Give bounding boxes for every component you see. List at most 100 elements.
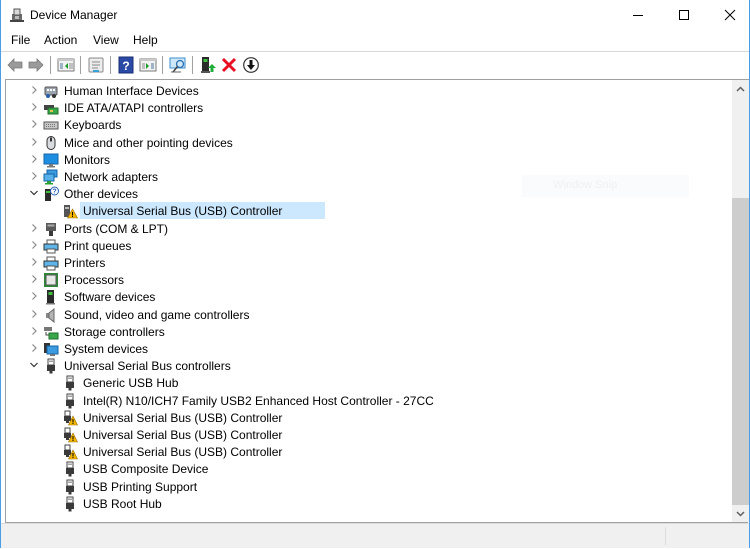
tree-device[interactable]: USB Root Hub bbox=[6, 495, 726, 512]
toolbar: ? bbox=[1, 51, 749, 78]
uninstall-device-icon[interactable] bbox=[220, 56, 238, 74]
chevron-right-icon[interactable] bbox=[29, 223, 39, 233]
chevron-down-icon[interactable] bbox=[29, 360, 39, 370]
usb-warning-icon bbox=[64, 444, 78, 460]
chevron-right-icon[interactable] bbox=[29, 119, 39, 129]
tree-category[interactable]: Print queues bbox=[6, 237, 726, 254]
tree-device[interactable]: Intel(R) N10/ICH7 Family USB2 Enhanced H… bbox=[6, 392, 726, 409]
chevron-right-icon[interactable] bbox=[29, 343, 39, 353]
tree-category[interactable]: Human Interface Devices bbox=[6, 82, 726, 99]
close-button[interactable] bbox=[707, 0, 750, 30]
title-bar: Device Manager bbox=[1, 0, 749, 30]
tree-device[interactable]: Universal Serial Bus (USB) Controller bbox=[6, 409, 726, 426]
chevron-right-icon[interactable] bbox=[29, 137, 39, 147]
tree-item-label: Human Interface Devices bbox=[64, 84, 199, 98]
tree-item-label: Universal Serial Bus (USB) Controller bbox=[83, 204, 283, 219]
chevron-right-icon[interactable] bbox=[29, 102, 39, 112]
tree-device[interactable]: Generic USB Hub bbox=[6, 374, 726, 391]
tree-device[interactable]: Universal Serial Bus (USB) Controller bbox=[6, 426, 726, 443]
tree-category[interactable]: Storage controllers bbox=[6, 323, 726, 340]
usb-warning-icon bbox=[64, 410, 78, 426]
tree-category[interactable]: Mice and other pointing devices bbox=[6, 134, 726, 151]
chevron-right-icon[interactable] bbox=[29, 85, 39, 95]
tree-category[interactable]: Universal Serial Bus controllers bbox=[6, 357, 726, 374]
toolbar-separator bbox=[110, 56, 111, 74]
update-driver-icon[interactable] bbox=[199, 56, 217, 74]
help-icon[interactable]: ? bbox=[117, 56, 135, 74]
vertical-scrollbar[interactable] bbox=[732, 80, 749, 522]
properties-icon[interactable] bbox=[87, 56, 105, 74]
chevron-right-icon[interactable] bbox=[29, 240, 39, 250]
system-device-icon bbox=[44, 343, 59, 356]
scroll-up-button[interactable] bbox=[732, 80, 749, 97]
tree-category[interactable]: Sound, video and game controllers bbox=[6, 306, 726, 323]
chevron-right-icon[interactable] bbox=[29, 326, 39, 336]
chevron-right-icon[interactable] bbox=[29, 309, 39, 319]
tree-device[interactable]: Universal Serial Bus (USB) Controller bbox=[6, 202, 726, 220]
maximize-button[interactable] bbox=[661, 0, 707, 30]
toolbar-separator bbox=[50, 56, 51, 74]
hid-icon bbox=[44, 86, 58, 98]
warning-device-icon bbox=[64, 205, 78, 219]
back-icon[interactable] bbox=[6, 56, 24, 74]
tree-item-label: USB Printing Support bbox=[83, 479, 198, 494]
monitor-icon bbox=[43, 153, 59, 168]
chevron-right-icon[interactable] bbox=[29, 257, 39, 267]
tree-item-label: Monitors bbox=[64, 152, 111, 167]
show-hide-action-pane-icon[interactable] bbox=[139, 56, 157, 74]
tree-category[interactable]: IDE ATA/ATAPI controllers bbox=[6, 99, 726, 116]
chevron-right-icon[interactable] bbox=[29, 154, 39, 164]
ide-controller-icon bbox=[44, 105, 59, 115]
software-device-icon bbox=[46, 290, 55, 305]
tree-item-label: USB Composite Device bbox=[83, 462, 209, 477]
minimize-button[interactable] bbox=[615, 0, 661, 30]
chevron-right-icon[interactable] bbox=[29, 274, 39, 284]
tree-item-label: Keyboards bbox=[64, 118, 122, 133]
mouse-icon bbox=[46, 135, 56, 150]
device-manager-app-icon bbox=[10, 8, 24, 22]
usb-icon bbox=[66, 461, 74, 477]
chevron-right-icon[interactable] bbox=[29, 171, 39, 181]
tree-category[interactable]: Software devices bbox=[6, 288, 726, 305]
menu-help[interactable]: Help bbox=[133, 33, 158, 47]
window-snip-label: Window Snip bbox=[553, 179, 618, 191]
show-hide-console-tree-icon[interactable] bbox=[57, 56, 75, 74]
tree-category[interactable]: Monitors bbox=[6, 151, 726, 168]
speaker-icon bbox=[46, 307, 55, 323]
disable-device-icon[interactable] bbox=[242, 56, 260, 74]
status-segment-secondary bbox=[665, 527, 748, 545]
printer-icon bbox=[43, 256, 59, 271]
device-tree[interactable]: Human Interface Devices IDE ATA/ATAPI con… bbox=[5, 79, 749, 523]
tree-device[interactable]: Universal Serial Bus (USB) Controller bbox=[6, 443, 726, 460]
keyboard-icon bbox=[43, 121, 59, 130]
tree-category[interactable]: Processors bbox=[6, 271, 726, 288]
tree-category[interactable]: Keyboards bbox=[6, 116, 726, 133]
usb-icon bbox=[66, 375, 74, 391]
menu-action[interactable]: Action bbox=[44, 33, 77, 47]
usb-icon bbox=[66, 479, 74, 495]
tree-item-label: Software devices bbox=[64, 290, 156, 305]
scrollbar-thumb[interactable] bbox=[732, 198, 749, 505]
tree-device[interactable]: USB Printing Support bbox=[6, 478, 726, 495]
chevron-right-icon[interactable] bbox=[29, 291, 39, 301]
toolbar-separator bbox=[80, 56, 81, 74]
tree-item-label: Processors bbox=[64, 273, 125, 288]
tree-item-label: System devices bbox=[64, 342, 149, 356]
forward-icon[interactable] bbox=[27, 56, 45, 74]
chevron-down-icon[interactable] bbox=[29, 188, 39, 198]
chevron-down-icon bbox=[736, 510, 745, 517]
tree-device[interactable]: USB Composite Device bbox=[6, 460, 726, 477]
tree-category[interactable]: Ports (COM & LPT) bbox=[6, 220, 726, 237]
minimize-icon bbox=[633, 15, 643, 16]
scroll-down-button[interactable] bbox=[732, 505, 749, 522]
tree-item-label: Printers bbox=[64, 256, 106, 270]
tree-category[interactable]: System devices bbox=[6, 340, 726, 357]
tree-item-label: Sound, video and game controllers bbox=[64, 307, 250, 322]
network-adapter-icon bbox=[43, 169, 58, 185]
menu-view[interactable]: View bbox=[93, 33, 119, 47]
port-icon bbox=[46, 222, 56, 236]
scan-hardware-icon[interactable] bbox=[169, 56, 187, 74]
toolbar-separator bbox=[162, 56, 163, 74]
tree-category[interactable]: Printers bbox=[6, 254, 726, 271]
menu-file[interactable]: File bbox=[11, 33, 30, 47]
